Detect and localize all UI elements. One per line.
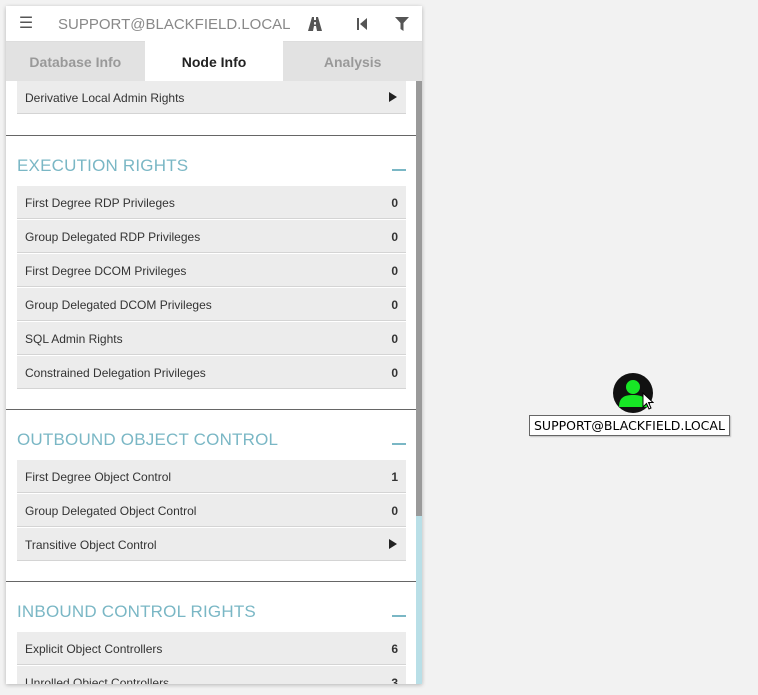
section-divider	[6, 135, 416, 136]
graph-node-label: SUPPORT@BLACKFIELD.LOCAL	[529, 415, 730, 436]
row-count: 0	[391, 298, 398, 312]
section-title-outbound-object-control[interactable]: OUTBOUND OBJECT CONTROL	[17, 430, 278, 450]
row-group-delegated-object-control[interactable]: Group Delegated Object Control 0	[17, 494, 406, 527]
section-title-inbound-control-rights[interactable]: INBOUND CONTROL RIGHTS	[17, 602, 256, 622]
mouse-cursor-icon	[642, 391, 655, 415]
row-label: Unrolled Object Controllers	[25, 676, 170, 684]
row-label: Group Delegated DCOM Privileges	[25, 298, 212, 312]
tab-database-info[interactable]: Database Info	[6, 41, 145, 81]
row-group-delegated-dcom[interactable]: Group Delegated DCOM Privileges 0	[17, 288, 406, 321]
row-count: 0	[391, 230, 398, 244]
row-label: SQL Admin Rights	[25, 332, 123, 346]
row-sql-admin-rights[interactable]: SQL Admin Rights 0	[17, 322, 406, 355]
tab-node-info[interactable]: Node Info	[144, 41, 284, 81]
collapse-icon[interactable]	[392, 443, 406, 445]
row-label: First Degree RDP Privileges	[25, 196, 175, 210]
section-divider	[6, 409, 416, 410]
row-label: First Degree DCOM Privileges	[25, 264, 187, 278]
row-count: 3	[391, 676, 398, 684]
section-divider	[6, 581, 416, 582]
filter-icon[interactable]	[392, 14, 412, 34]
collapse-icon[interactable]	[392, 169, 406, 171]
row-count: 1	[391, 470, 398, 484]
row-derivative-local-admin-rights[interactable]: Derivative Local Admin Rights	[17, 81, 406, 114]
search-bar: ☰	[6, 6, 422, 42]
row-label: Constrained Delegation Privileges	[25, 366, 206, 380]
search-input[interactable]	[50, 12, 316, 36]
row-label: Derivative Local Admin Rights	[25, 91, 185, 105]
section-title-execution-rights[interactable]: EXECUTION RIGHTS	[17, 156, 188, 176]
row-group-delegated-rdp[interactable]: Group Delegated RDP Privileges 0	[17, 220, 406, 253]
row-count: 0	[391, 332, 398, 346]
row-label: Transitive Object Control	[25, 538, 157, 552]
road-icon[interactable]	[305, 14, 325, 34]
panel-scrollbar[interactable]	[416, 81, 422, 684]
row-constrained-delegation[interactable]: Constrained Delegation Privileges 0	[17, 356, 406, 389]
node-info-content: Derivative Local Admin Rights EXECUTION …	[6, 81, 416, 684]
expand-arrow-icon[interactable]	[389, 539, 397, 549]
row-first-degree-dcom[interactable]: First Degree DCOM Privileges 0	[17, 254, 406, 287]
expand-arrow-icon[interactable]	[389, 92, 397, 102]
row-count: 0	[391, 264, 398, 278]
row-label: Group Delegated RDP Privileges	[25, 230, 201, 244]
hamburger-icon[interactable]: ☰	[18, 15, 34, 33]
row-unrolled-object-controllers[interactable]: Unrolled Object Controllers 3	[17, 666, 406, 684]
row-label: First Degree Object Control	[25, 470, 172, 484]
row-first-degree-rdp[interactable]: First Degree RDP Privileges 0	[17, 186, 406, 219]
row-count: 0	[391, 504, 398, 518]
row-first-degree-object-control[interactable]: First Degree Object Control 1	[17, 460, 406, 493]
collapse-icon[interactable]	[392, 615, 406, 617]
row-count: 0	[391, 366, 398, 380]
back-icon[interactable]	[352, 14, 372, 34]
row-explicit-object-controllers[interactable]: Explicit Object Controllers 6	[17, 632, 406, 665]
row-count: 6	[391, 642, 398, 656]
row-label: Group Delegated Object Control	[25, 504, 197, 518]
tab-analysis[interactable]: Analysis	[283, 41, 422, 81]
scrollbar-thumb[interactable]	[416, 81, 422, 516]
row-label: Explicit Object Controllers	[25, 642, 163, 656]
tab-bar: Database Info Node Info Analysis	[6, 41, 422, 81]
row-transitive-object-control[interactable]: Transitive Object Control	[17, 528, 406, 561]
node-info-panel: ☰ Database Info Node Info Analysis Deriv…	[6, 6, 422, 684]
row-count: 0	[391, 196, 398, 210]
